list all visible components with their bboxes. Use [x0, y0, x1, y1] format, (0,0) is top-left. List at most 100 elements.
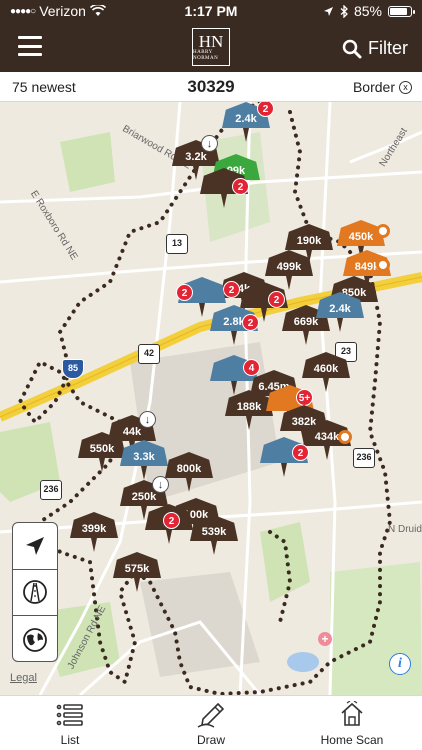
- logo-name: HARRY NORMAN: [193, 49, 219, 61]
- clock: 1:17 PM: [184, 3, 238, 19]
- tab-draw[interactable]: Draw: [161, 701, 261, 747]
- listing-pin[interactable]: 800k: [165, 452, 213, 492]
- road-label: N Druid: [388, 524, 422, 535]
- zip-code: 30329: [187, 77, 235, 96]
- tab-home-scan[interactable]: Home Scan: [302, 701, 402, 747]
- locate-icon: [26, 536, 44, 555]
- listing-pin-stem: [323, 378, 329, 392]
- listing-pin[interactable]: 2.4k 2: [222, 102, 274, 142]
- listing-pin-stem: [231, 331, 237, 345]
- listing-pin-stem: [281, 463, 287, 477]
- status-bar: ●●●●○ Verizon 1:17 PM 85%: [0, 0, 422, 22]
- tab-list[interactable]: List: [20, 701, 120, 747]
- listing-pin-stem: [221, 194, 227, 208]
- menu-icon-bar: [18, 44, 42, 48]
- cluster-count-badge: 2: [163, 512, 180, 529]
- listing-pin-stem: [261, 308, 267, 322]
- legal-link[interactable]: Legal: [10, 672, 37, 684]
- listing-pin-stem: [141, 466, 147, 480]
- border-toggle[interactable]: Border x: [353, 79, 412, 95]
- listing-pin[interactable]: 2: [145, 504, 193, 544]
- listing-pin[interactable]: 2.8k 2: [210, 305, 259, 345]
- listing-dot-marker[interactable]: [376, 258, 390, 272]
- map-tools: [12, 522, 58, 662]
- cluster-count-badge: 5+: [296, 389, 313, 406]
- globe-icon: [23, 627, 47, 652]
- cluster-count-badge: 2: [242, 314, 259, 331]
- listing-pin-stem: [91, 538, 97, 552]
- listing-pin-stem: [337, 318, 343, 332]
- satellite-button[interactable]: [13, 616, 57, 661]
- listing-pin[interactable]: 575k: [113, 552, 161, 592]
- home-scan-icon: [341, 701, 363, 726]
- filter-button[interactable]: Filter: [342, 38, 408, 59]
- listing-price: 399k: [70, 512, 118, 538]
- listing-pin-stem: [324, 446, 330, 460]
- info-button[interactable]: i: [389, 653, 411, 675]
- carrier-label: Verizon: [39, 3, 86, 19]
- map-type-button[interactable]: [13, 570, 57, 617]
- hospital-icon: +: [318, 632, 332, 646]
- route-shield: 42: [138, 344, 160, 364]
- listing-pin[interactable]: 2.4k: [316, 292, 364, 332]
- battery-percent: 85%: [353, 3, 382, 19]
- cluster-count-badge: 2: [232, 178, 249, 195]
- listing-price: 460k: [302, 352, 350, 378]
- search-summary-bar: 75 newest 30329 Border x: [0, 72, 422, 102]
- listing-pin-stem: [193, 166, 199, 180]
- listing-price: 539k: [190, 515, 238, 541]
- listing-pin-stem: [211, 541, 217, 555]
- listing-dot-marker[interactable]: [338, 430, 352, 444]
- listing-pin-stem: [246, 416, 252, 430]
- listing-price: 2.4k: [316, 292, 364, 318]
- close-icon[interactable]: x: [399, 80, 412, 94]
- price-drop-icon: ↓: [201, 135, 218, 152]
- battery-fill: [390, 7, 407, 15]
- listing-pin-stem: [99, 458, 105, 472]
- listing-pin-stem: [243, 128, 249, 142]
- tab-list-label: List: [60, 733, 80, 747]
- sort-label[interactable]: 75 newest: [12, 79, 76, 95]
- listing-pin[interactable]: 2: [260, 437, 309, 477]
- listing-price: 800k: [165, 452, 213, 478]
- tab-draw-label: Draw: [196, 733, 225, 747]
- price-drop-icon: ↓: [152, 476, 169, 493]
- locate-button[interactable]: [13, 523, 57, 570]
- listing-pin[interactable]: 2: [200, 168, 249, 208]
- listing-pin-stem: [303, 331, 309, 345]
- map-view[interactable]: Briarwood Rd NE E Roxboro Rd NE Johnson …: [0, 102, 422, 695]
- listing-pin[interactable]: 3.3k: [120, 440, 168, 480]
- listing-pin-stem: [166, 530, 172, 544]
- route-shield: 236: [40, 480, 62, 500]
- interstate-shield: 85: [62, 359, 84, 379]
- carrier: ●●●●○ Verizon: [10, 3, 106, 19]
- battery-icon: [388, 5, 415, 17]
- brand-logo[interactable]: HN HARRY NORMAN: [192, 28, 230, 66]
- app-header: ●●●●○ Verizon 1:17 PM 85% HN HARRY NORMA…: [0, 0, 422, 72]
- filter-label: Filter: [368, 38, 408, 58]
- logo-monogram: HN: [198, 31, 224, 51]
- bottom-tab-bar: List Draw Home Scan: [0, 695, 422, 750]
- route-shield: 13: [166, 234, 188, 254]
- cluster-count-badge: 2: [292, 444, 309, 461]
- menu-button[interactable]: [18, 36, 42, 56]
- menu-icon-bar: [18, 36, 42, 39]
- border-label: Border: [352, 79, 395, 95]
- listing-pin-stem: [134, 578, 140, 592]
- signal-icon: ●●●●○: [10, 5, 36, 17]
- status-right: 85%: [323, 3, 415, 19]
- cluster-count-badge: 2: [176, 284, 193, 301]
- listing-price: 499k: [265, 250, 313, 276]
- search-icon: [342, 39, 362, 58]
- route-shield: 236: [353, 448, 375, 468]
- pencil-icon: [197, 702, 225, 728]
- location-arrow-icon: [323, 6, 333, 16]
- listing-pin[interactable]: 399k: [70, 512, 118, 552]
- road-view-icon: [23, 580, 47, 605]
- listing-price: 3.3k: [120, 440, 168, 466]
- listing-pin-stem: [199, 303, 205, 317]
- listing-pin[interactable]: 539k: [190, 515, 238, 555]
- bluetooth-icon: [340, 4, 348, 18]
- tab-home-scan-label: Home Scan: [320, 733, 384, 747]
- listing-dot-marker[interactable]: [376, 224, 390, 238]
